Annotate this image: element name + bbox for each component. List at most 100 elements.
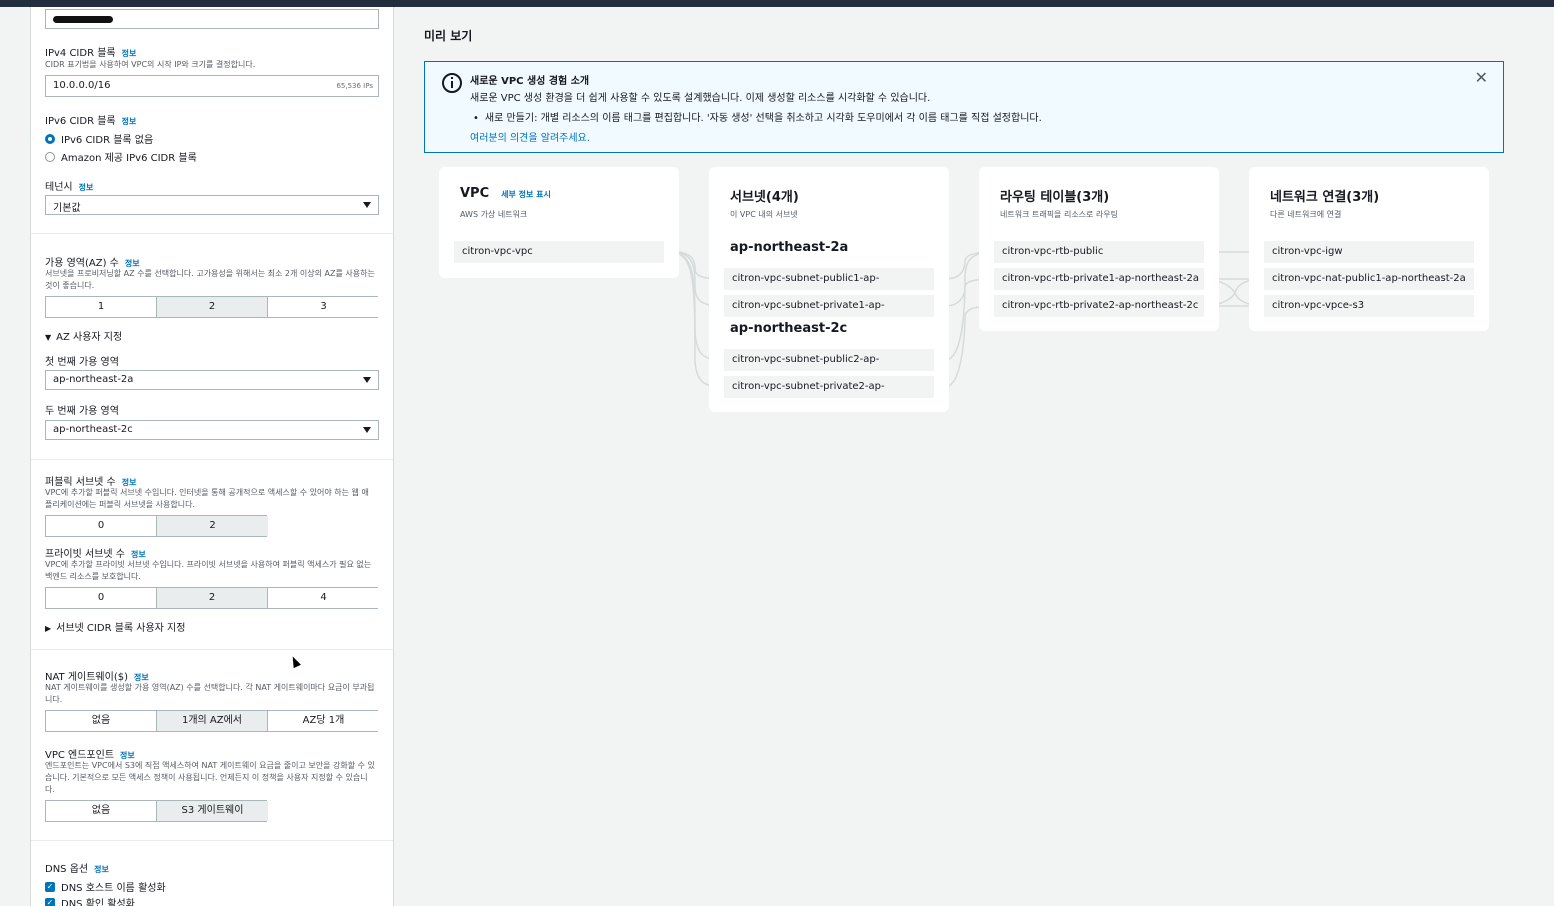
tenancy-info-link[interactable]: 정보: [79, 183, 94, 192]
ipv6-none-radio[interactable]: IPv6 CIDR 블록 없음: [45, 131, 153, 146]
first-az-label: 첫 번째 가용 영역: [45, 357, 119, 368]
route-tables-card: 라우팅 테이블(3개) 네트워크 트래픽을 리소스로 라우팅 citron-vp…: [979, 167, 1219, 331]
nat-label: NAT 게이트웨이($) 정보: [45, 672, 149, 683]
divider: [31, 233, 393, 234]
divider: [31, 840, 393, 841]
subnet-item[interactable]: citron-vpc-subnet-public2-ap-: [724, 349, 934, 371]
mouse-cursor-icon: [289, 654, 301, 669]
nat-info-link[interactable]: 정보: [134, 673, 149, 682]
dns-resolution-checkbox[interactable]: ✓ DNS 확인 활성화: [45, 895, 135, 906]
settings-panel: IPv4 CIDR 블록 정보 CIDR 표기법을 사용하여 VPC의 시작 IP…: [30, 7, 394, 906]
ipv4-cidr-input[interactable]: 10.0.0.0/16 65,536 IPs: [45, 75, 379, 97]
ipv4-desc: CIDR 표기법을 사용하여 VPC의 시작 IP와 크기를 결정합니다.: [45, 60, 256, 69]
triangle-down-icon: ▼: [45, 333, 52, 342]
subnet-item[interactable]: citron-vpc-subnet-private2-ap-: [724, 376, 934, 398]
triangle-right-icon: ▶: [45, 624, 52, 633]
dns-hostnames-checkbox[interactable]: ✓ DNS 호스트 이름 활성화: [45, 879, 166, 894]
checkmark-icon: ✓: [45, 897, 55, 906]
route-tables-sub: 네트워크 트래픽을 리소스로 라우팅: [1000, 210, 1119, 219]
network-title: 네트워크 연결(3개): [1270, 190, 1380, 205]
network-item[interactable]: citron-vpc-nat-public1-ap-northeast-2a: [1264, 268, 1474, 290]
network-item[interactable]: citron-vpc-vpce-s3: [1264, 295, 1474, 317]
public-subnets-label: 퍼블릭 서브넷 수 정보: [45, 477, 137, 488]
caret-down-icon: [363, 377, 371, 383]
vpc-detail-link[interactable]: 세부 정보 표시: [501, 190, 551, 199]
public-subnets-info-link[interactable]: 정보: [122, 478, 137, 487]
route-table-item[interactable]: citron-vpc-rtb-private2-ap-northeast-2c: [994, 295, 1204, 317]
private-subnets-desc: VPC에 추가할 프라이빗 서브넷 수입니다. 프라이빗 서브넷을 사용하여 퍼…: [45, 560, 372, 581]
az-info-link[interactable]: 정보: [125, 259, 140, 268]
left-rail: [0, 7, 30, 906]
ipv4-value: 10.0.0.0/16: [53, 80, 111, 91]
dns-label: DNS 옵션 정보: [45, 864, 109, 875]
dns-info-link[interactable]: 정보: [94, 865, 109, 874]
az-count-label: 가용 영역(AZ) 수 정보: [45, 258, 140, 269]
private-option-2[interactable]: 2: [157, 588, 268, 608]
az-option-3[interactable]: 3: [268, 297, 379, 317]
ipv6-info-link[interactable]: 정보: [122, 117, 137, 126]
private-option-4[interactable]: 4: [268, 588, 379, 608]
caret-down-icon: [363, 202, 371, 208]
nat-segment: 없음 1개의 AZ에서 AZ당 1개: [45, 710, 379, 732]
az-heading-2a: ap-northeast-2a: [730, 240, 849, 255]
ipv6-label: IPv6 CIDR 블록 정보: [45, 116, 137, 127]
ipv6-amazon-radio[interactable]: Amazon 제공 IPv6 CIDR 블록: [45, 149, 197, 164]
second-az-select[interactable]: ap-northeast-2c: [45, 420, 379, 440]
network-sub: 다른 네트워크에 연결: [1270, 210, 1342, 219]
az-heading-2c: ap-northeast-2c: [730, 321, 848, 336]
vpc-card: VPC 세부 정보 표시 AWS 가상 네트워크 citron-vpc-vpc: [439, 167, 679, 278]
radio-empty-icon: [45, 151, 55, 162]
vpc-item[interactable]: citron-vpc-vpc: [454, 241, 664, 263]
vpc-card-title: VPC 세부 정보 표시: [460, 186, 551, 201]
route-tables-title: 라우팅 테이블(3개): [1000, 190, 1110, 205]
vpc-card-sub: AWS 가상 네트워크: [460, 210, 528, 219]
public-subnets-desc: VPC에 추가할 퍼블릭 서브넷 수입니다. 인터넷을 통해 공개적으로 액세스…: [45, 488, 369, 509]
connection-lines: [662, 250, 1266, 388]
caret-down-icon: [363, 427, 371, 433]
radio-selected-icon: [45, 133, 55, 144]
tenancy-select[interactable]: 기본값: [45, 195, 379, 215]
public-option-2[interactable]: 2: [157, 516, 268, 536]
nat-option-per-az[interactable]: AZ당 1개: [268, 711, 379, 731]
route-table-item[interactable]: citron-vpc-rtb-private1-ap-northeast-2a: [994, 268, 1204, 290]
private-subnets-label: 프라이빗 서브넷 수 정보: [45, 549, 146, 560]
divider: [31, 459, 393, 460]
private-subnets-segment: 0 2 4: [45, 587, 379, 609]
name-tag-input[interactable]: [45, 9, 379, 29]
private-subnets-info-link[interactable]: 정보: [131, 550, 146, 559]
endpoint-desc: 엔드포인트는 VPC에서 S3에 직접 액세스하여 NAT 게이트웨이 요금을 …: [45, 761, 375, 794]
preview-panel: 미리 보기 새로운 VPC 생성 경험 소개 새로운 VPC 생성 환경을 더 …: [395, 7, 1554, 906]
az-option-1[interactable]: 1: [46, 297, 157, 317]
az-count-segment: 1 2 3: [45, 296, 379, 318]
network-connections-card: 네트워크 연결(3개) 다른 네트워크에 연결 citron-vpc-igw c…: [1249, 167, 1489, 331]
private-option-0[interactable]: 0: [46, 588, 157, 608]
subnet-item[interactable]: citron-vpc-subnet-public1-ap-: [724, 268, 934, 290]
first-az-select[interactable]: ap-northeast-2a: [45, 370, 379, 390]
divider: [31, 649, 393, 650]
subnets-card-sub: 이 VPC 내의 서브넷: [730, 210, 798, 219]
endpoint-option-none[interactable]: 없음: [46, 801, 157, 821]
endpoint-option-s3[interactable]: S3 게이트웨이: [157, 801, 268, 821]
checkmark-icon: ✓: [45, 881, 55, 892]
ipv4-ip-count: 65,536 IPs: [336, 82, 373, 90]
nat-option-one-az[interactable]: 1개의 AZ에서: [157, 711, 268, 731]
endpoint-info-link[interactable]: 정보: [120, 751, 135, 760]
ipv4-info-link[interactable]: 정보: [122, 49, 137, 58]
az-custom-toggle[interactable]: ▼ AZ 사용자 지정: [45, 328, 122, 343]
public-option-0[interactable]: 0: [46, 516, 157, 536]
route-table-item[interactable]: citron-vpc-rtb-public: [994, 241, 1204, 263]
public-subnets-segment: 0 2: [45, 515, 268, 537]
endpoint-segment: 없음 S3 게이트웨이: [45, 800, 268, 822]
network-item[interactable]: citron-vpc-igw: [1264, 241, 1474, 263]
subnet-item[interactable]: citron-vpc-subnet-private1-ap-: [724, 295, 934, 317]
subnet-cidr-toggle[interactable]: ▶ 서브넷 CIDR 블록 사용자 지정: [45, 619, 185, 634]
redaction-scribble: [53, 16, 113, 23]
second-az-label: 두 번째 가용 영역: [45, 406, 119, 417]
nat-desc: NAT 게이트웨이를 생성할 가용 영역(AZ) 수를 선택합니다. 각 NAT…: [45, 683, 375, 704]
top-bar: [0, 0, 1554, 7]
subnets-card-title: 서브넷(4개): [730, 190, 799, 205]
az-option-2[interactable]: 2: [157, 297, 268, 317]
nat-option-none[interactable]: 없음: [46, 711, 157, 731]
subnets-card: 서브넷(4개) 이 VPC 내의 서브넷 ap-northeast-2a cit…: [709, 167, 949, 412]
endpoint-label: VPC 엔드포인트 정보: [45, 750, 135, 761]
